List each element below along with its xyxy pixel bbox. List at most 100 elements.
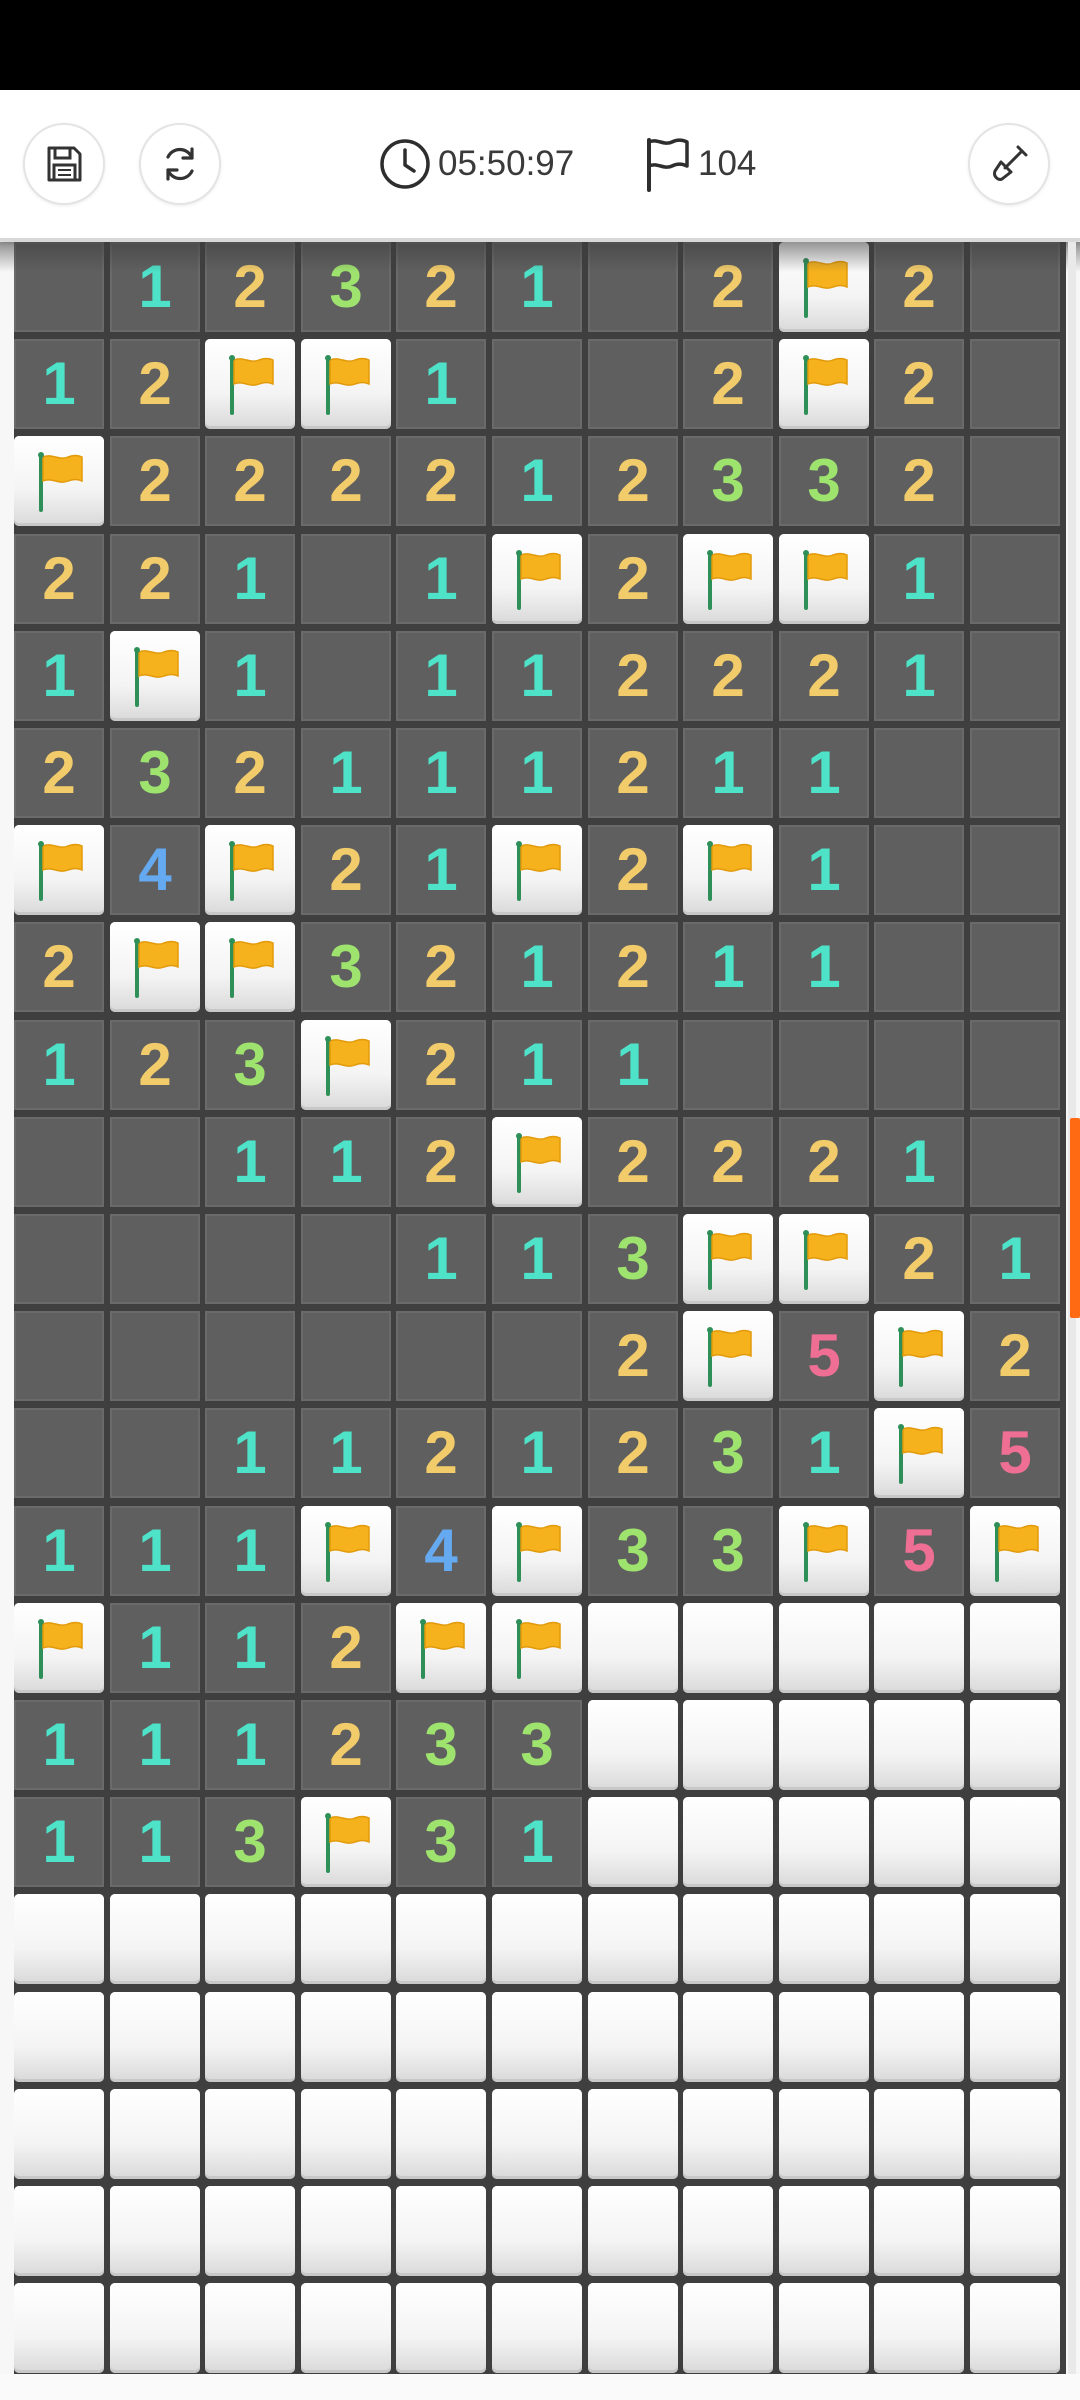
revealed-number-cell[interactable]: 1 (110, 1506, 200, 1596)
revealed-number-cell[interactable]: 1 (396, 1214, 486, 1304)
revealed-number-cell[interactable]: 2 (301, 825, 391, 915)
unrevealed-cell[interactable] (14, 1992, 104, 2082)
unrevealed-cell[interactable] (396, 1992, 486, 2082)
revealed-empty-cell[interactable] (970, 922, 1060, 1012)
revealed-number-cell[interactable]: 3 (588, 1214, 678, 1304)
unrevealed-cell[interactable] (110, 2186, 200, 2276)
revealed-empty-cell[interactable] (970, 436, 1060, 526)
revealed-number-cell[interactable]: 3 (396, 1700, 486, 1790)
revealed-empty-cell[interactable] (970, 728, 1060, 818)
revealed-empty-cell[interactable] (492, 339, 582, 429)
revealed-number-cell[interactable]: 3 (683, 1506, 773, 1596)
revealed-number-cell[interactable]: 2 (110, 534, 200, 624)
unrevealed-cell[interactable] (874, 2089, 964, 2179)
revealed-number-cell[interactable]: 2 (874, 1214, 964, 1304)
unrevealed-cell[interactable] (588, 2186, 678, 2276)
revealed-number-cell[interactable]: 1 (492, 631, 582, 721)
revealed-number-cell[interactable]: 1 (205, 1117, 295, 1207)
revealed-number-cell[interactable]: 1 (110, 1797, 200, 1887)
unrevealed-cell[interactable] (301, 1992, 391, 2082)
flagged-cell[interactable] (205, 825, 295, 915)
revealed-number-cell[interactable]: 1 (14, 631, 104, 721)
revealed-empty-cell[interactable] (970, 631, 1060, 721)
revealed-number-cell[interactable]: 2 (588, 825, 678, 915)
unrevealed-cell[interactable] (205, 1894, 295, 1984)
revealed-number-cell[interactable]: 1 (874, 534, 964, 624)
revealed-empty-cell[interactable] (396, 1311, 486, 1401)
revealed-number-cell[interactable]: 5 (874, 1506, 964, 1596)
restart-button[interactable] (139, 123, 221, 205)
revealed-empty-cell[interactable] (14, 242, 104, 332)
unrevealed-cell[interactable] (396, 2283, 486, 2373)
flagged-cell[interactable] (874, 1311, 964, 1401)
unrevealed-cell[interactable] (683, 1894, 773, 1984)
unrevealed-cell[interactable] (14, 2283, 104, 2373)
revealed-number-cell[interactable]: 2 (205, 728, 295, 818)
unrevealed-cell[interactable] (396, 2089, 486, 2179)
revealed-number-cell[interactable]: 5 (970, 1408, 1060, 1498)
revealed-number-cell[interactable]: 1 (492, 728, 582, 818)
revealed-number-cell[interactable]: 5 (779, 1311, 869, 1401)
revealed-empty-cell[interactable] (14, 1408, 104, 1498)
revealed-number-cell[interactable]: 1 (492, 922, 582, 1012)
flagged-cell[interactable] (110, 922, 200, 1012)
flagged-cell[interactable] (492, 1506, 582, 1596)
unrevealed-cell[interactable] (874, 2186, 964, 2276)
revealed-number-cell[interactable]: 1 (492, 1214, 582, 1304)
revealed-number-cell[interactable]: 1 (14, 1700, 104, 1790)
revealed-number-cell[interactable]: 2 (301, 436, 391, 526)
revealed-empty-cell[interactable] (970, 242, 1060, 332)
unrevealed-cell[interactable] (874, 2283, 964, 2373)
revealed-empty-cell[interactable] (970, 825, 1060, 915)
revealed-number-cell[interactable]: 2 (588, 728, 678, 818)
revealed-number-cell[interactable]: 1 (492, 1797, 582, 1887)
flagged-cell[interactable] (683, 825, 773, 915)
unrevealed-cell[interactable] (970, 1700, 1060, 1790)
revealed-number-cell[interactable]: 1 (779, 1408, 869, 1498)
revealed-number-cell[interactable]: 1 (874, 631, 964, 721)
unrevealed-cell[interactable] (110, 2089, 200, 2179)
unrevealed-cell[interactable] (779, 1992, 869, 2082)
revealed-number-cell[interactable]: 2 (396, 242, 486, 332)
revealed-empty-cell[interactable] (14, 1311, 104, 1401)
revealed-empty-cell[interactable] (14, 1117, 104, 1207)
revealed-number-cell[interactable]: 1 (301, 1117, 391, 1207)
revealed-number-cell[interactable]: 1 (301, 1408, 391, 1498)
revealed-number-cell[interactable]: 2 (110, 1020, 200, 1110)
unrevealed-cell[interactable] (588, 1797, 678, 1887)
unrevealed-cell[interactable] (301, 2283, 391, 2373)
unrevealed-cell[interactable] (588, 1894, 678, 1984)
revealed-number-cell[interactable]: 1 (205, 1603, 295, 1693)
unrevealed-cell[interactable] (588, 1992, 678, 2082)
unrevealed-cell[interactable] (301, 2089, 391, 2179)
revealed-empty-cell[interactable] (301, 1214, 391, 1304)
unrevealed-cell[interactable] (779, 2089, 869, 2179)
revealed-number-cell[interactable]: 1 (14, 339, 104, 429)
unrevealed-cell[interactable] (683, 1992, 773, 2082)
revealed-number-cell[interactable]: 1 (14, 1797, 104, 1887)
unrevealed-cell[interactable] (874, 1603, 964, 1693)
flagged-cell[interactable] (492, 825, 582, 915)
revealed-empty-cell[interactable] (779, 1020, 869, 1110)
flagged-cell[interactable] (779, 339, 869, 429)
revealed-number-cell[interactable]: 2 (14, 728, 104, 818)
unrevealed-cell[interactable] (301, 1894, 391, 1984)
flagged-cell[interactable] (205, 339, 295, 429)
unrevealed-cell[interactable] (779, 1894, 869, 1984)
flagged-cell[interactable] (683, 534, 773, 624)
unrevealed-cell[interactable] (14, 2089, 104, 2179)
unrevealed-cell[interactable] (683, 1797, 773, 1887)
flagged-cell[interactable] (779, 242, 869, 332)
revealed-number-cell[interactable]: 2 (683, 339, 773, 429)
unrevealed-cell[interactable] (588, 1603, 678, 1693)
unrevealed-cell[interactable] (779, 1603, 869, 1693)
revealed-empty-cell[interactable] (301, 631, 391, 721)
unrevealed-cell[interactable] (396, 2186, 486, 2276)
unrevealed-cell[interactable] (779, 2186, 869, 2276)
revealed-number-cell[interactable]: 3 (301, 922, 391, 1012)
unrevealed-cell[interactable] (588, 2283, 678, 2373)
revealed-number-cell[interactable]: 2 (396, 1408, 486, 1498)
revealed-number-cell[interactable]: 2 (874, 242, 964, 332)
revealed-number-cell[interactable]: 2 (396, 436, 486, 526)
revealed-number-cell[interactable]: 1 (779, 728, 869, 818)
